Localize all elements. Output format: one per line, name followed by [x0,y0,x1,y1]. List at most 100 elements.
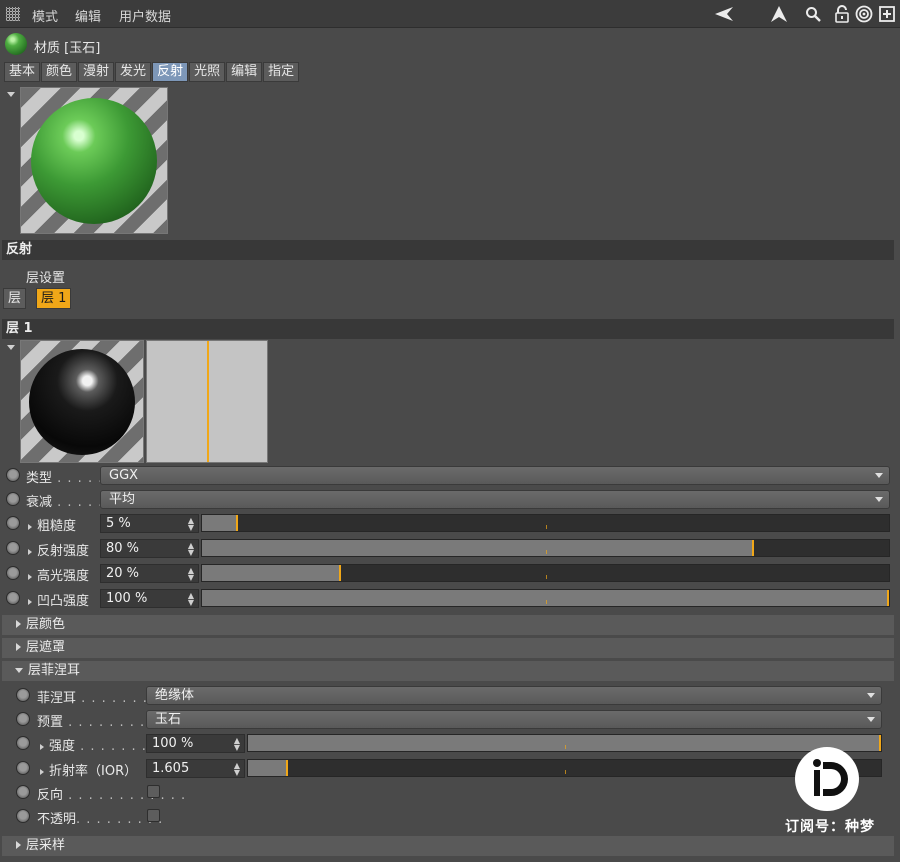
preview-collapse-icon[interactable] [7,92,15,97]
menu-edit[interactable]: 编辑 [75,6,101,25]
layer-preview[interactable] [20,340,144,463]
arrow-left-icon[interactable] [713,4,735,24]
layers-button[interactable]: 层 [3,288,27,309]
reflection-strength-field[interactable]: 80 % ▲ ▼ [100,539,199,558]
anim-toggle-roughness[interactable] [6,516,20,530]
tab-reflectance[interactable]: 反射 [152,62,189,82]
bump-strength-slider[interactable] [201,589,890,607]
roughness-value: 5 % [106,516,131,531]
expand-icon[interactable] [28,548,32,555]
tab-basic[interactable]: 基本 [4,62,41,82]
anim-toggle-ior[interactable] [16,761,30,775]
reflection-strength-slider[interactable] [201,539,890,557]
expand-icon[interactable] [40,743,44,750]
slider-fill [202,540,752,556]
stepper-icon[interactable]: ▲ ▼ [188,592,194,607]
preset-dropdown[interactable]: 玉石 [146,710,882,729]
watermark-logo [795,747,859,811]
expand-icon[interactable] [28,573,32,580]
new-panel-icon[interactable] [876,4,898,24]
ior-value: 1.605 [152,761,190,776]
fresnel-dropdown[interactable]: 绝缘体 [146,686,882,705]
specular-strength-label-text: 高光强度 [37,569,90,584]
panel-grip-icon[interactable] [6,7,20,21]
subsection-layer-color[interactable]: 层颜色 [2,615,894,635]
ior-field[interactable]: 1.605 ▲ ▼ [146,759,245,778]
opaque-label-text: 不透明 [37,812,77,827]
material-title: 材质 [玉石] [34,41,101,56]
expand-icon[interactable] [28,598,32,605]
anim-toggle-invert[interactable] [16,785,30,799]
slider-handle[interactable] [752,540,754,556]
attenuation-label-text: 衰减 [26,495,53,510]
slider-fill [202,565,339,581]
lock-icon[interactable] [831,4,853,24]
anim-toggle-preset[interactable] [16,712,30,726]
subsection-layer-mask-label: 层遮罩 [26,640,66,655]
tab-color[interactable]: 颜色 [41,62,78,82]
anim-toggle-attenuation[interactable] [6,492,20,506]
slider-handle[interactable] [887,590,889,606]
anim-toggle-type[interactable] [6,468,20,482]
type-dropdown[interactable]: GGX [100,466,890,485]
bump-strength-label: 凹凸强度 [28,590,89,609]
stepper-icon[interactable]: ▲ ▼ [188,517,194,532]
anim-toggle-bump-strength[interactable] [6,591,20,605]
stepper-icon[interactable]: ▲ ▼ [188,567,194,582]
tab-assign[interactable]: 指定 [263,62,300,82]
watermark-logo-icon [813,759,848,796]
roughness-field[interactable]: 5 % ▲ ▼ [100,514,199,533]
fresnel-strength-slider[interactable] [247,734,882,752]
specular-strength-field[interactable]: 20 % ▲ ▼ [100,564,199,583]
arrow-up-icon[interactable] [768,4,790,24]
tab-luminance[interactable]: 发光 [115,62,152,82]
anim-toggle-specular-strength[interactable] [6,566,20,580]
layer-preview-collapse-icon[interactable] [7,345,15,350]
fresnel-strength-label: 强度 . . . . . . . . [40,735,157,754]
fresnel-strength-field[interactable]: 100 % ▲ ▼ [146,734,245,753]
material-preview[interactable] [20,87,168,234]
slider-handle[interactable] [236,515,238,531]
anim-toggle-fresnel[interactable] [16,688,30,702]
specular-strength-label: 高光强度 [28,565,89,584]
stepper-icon[interactable]: ▲ ▼ [188,542,194,557]
stepper-icon[interactable]: ▲ ▼ [234,762,240,777]
target-icon[interactable] [853,4,875,24]
slider-handle[interactable] [286,760,288,776]
tab-diffuse[interactable]: 漫射 [78,62,115,82]
chevron-down-icon [867,717,875,722]
expand-icon[interactable] [28,523,32,530]
slider-fill [248,760,286,776]
anim-toggle-opaque[interactable] [16,809,30,823]
invert-label: 反向 . . . . . . . . . . . . [37,784,186,803]
subsection-layer-sampling[interactable]: 层采样 [2,836,894,856]
invert-label-dots: . . . . . . . . . . . . [63,788,187,803]
opaque-checkbox[interactable] [147,809,160,822]
layer-1-button[interactable]: 层 1 [36,288,72,309]
anim-toggle-fresnel-strength[interactable] [16,736,30,750]
roughness-slider[interactable] [201,514,890,532]
bump-strength-value: 100 % [106,591,148,606]
tab-editor[interactable]: 编辑 [226,62,263,82]
subsection-layer-color-label: 层颜色 [26,617,66,632]
search-icon[interactable] [802,4,824,24]
ior-slider[interactable] [247,759,882,777]
section-layer-1: 层 1 [2,319,894,339]
anim-toggle-reflection-strength[interactable] [6,541,20,555]
stepper-icon[interactable]: ▲ ▼ [234,737,240,752]
tab-illumination[interactable]: 光照 [189,62,226,82]
slider-handle[interactable] [879,735,881,751]
expand-icon[interactable] [40,768,44,775]
menu-user-data[interactable]: 用户数据 [119,6,171,25]
fresnel-strength-label-text: 强度 [49,739,76,754]
specular-strength-slider[interactable] [201,564,890,582]
reflection-strength-label: 反射强度 [28,540,89,559]
slider-handle[interactable] [339,565,341,581]
subsection-layer-mask[interactable]: 层遮罩 [2,638,894,658]
attenuation-dropdown[interactable]: 平均 [100,490,890,509]
subsection-layer-fresnel[interactable]: 层菲涅耳 [2,661,894,681]
slider-tick [564,770,566,774]
menu-mode[interactable]: 模式 [32,6,58,25]
bump-strength-field[interactable]: 100 % ▲ ▼ [100,589,199,608]
invert-checkbox[interactable] [147,785,160,798]
